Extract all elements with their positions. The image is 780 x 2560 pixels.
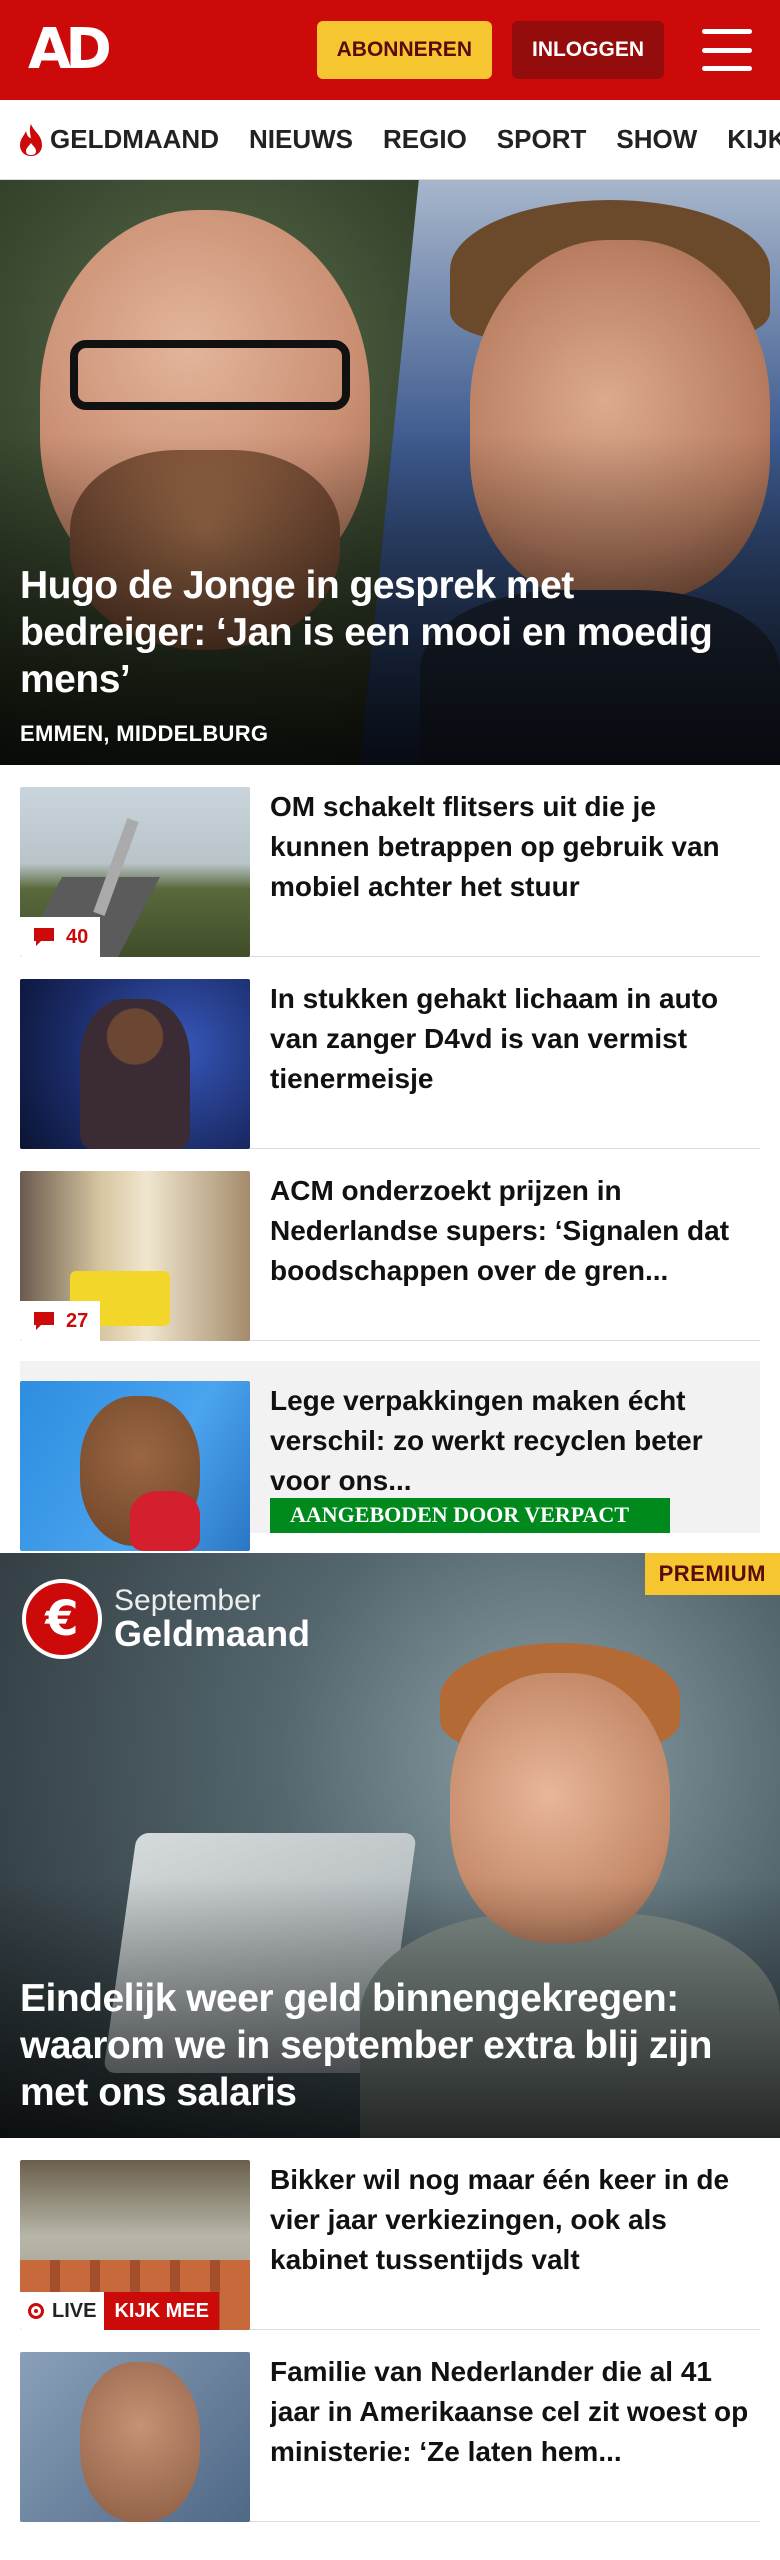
premium-badge: PREMIUM [644, 1553, 780, 1595]
live-indicator: LIVE [20, 2292, 105, 2330]
brand-text: September Geldmaand [114, 1586, 310, 1652]
comment-icon [34, 928, 54, 946]
live-label: LIVE [52, 2299, 97, 2322]
thumb-cup [130, 1491, 200, 1551]
list-item[interactable]: In stukken gehakt lichaam in auto van za… [20, 957, 760, 1149]
premium-feature[interactable]: PREMIUM € September Geldmaand Eindelijk … [0, 1553, 780, 2138]
login-button[interactable]: INLOGGEN [511, 21, 664, 79]
comment-count-badge[interactable]: 40 [20, 917, 101, 957]
nav-label-geldmaand: GELDMAAND [50, 124, 219, 154]
list-item[interactable]: 40 OM schakelt flitsers uit die je kunne… [20, 765, 760, 957]
live-badge[interactable]: LIVE KIJK MEE [20, 2292, 219, 2330]
comment-count: 40 [66, 925, 89, 948]
article-thumbnail: 40 [20, 787, 250, 957]
article-thumbnail: 27 [20, 1171, 250, 1341]
nav-item-show[interactable]: SHOW [616, 124, 697, 155]
sponsored-title[interactable]: Lege verpakkingen maken écht verschil: z… [270, 1381, 760, 1492]
list-item[interactable]: 27 ACM onderzoekt prijzen in Nederlandse… [20, 1149, 760, 1341]
nav-item-geldmaand[interactable]: GELDMAAND [18, 123, 219, 157]
comment-icon [34, 1312, 54, 1330]
article-title[interactable]: Bikker wil nog maar één keer in de vier … [270, 2160, 760, 2282]
hero-location: EMMEN, MIDDELBURG [20, 721, 269, 746]
thumb-singer [80, 999, 190, 1149]
brand-month: September [114, 1584, 261, 1617]
sponsored-item[interactable]: Lege verpakkingen maken écht verschil: z… [20, 1361, 760, 1551]
section-nav: GELDMAAND NIEUWS REGIO SPORT SHOW KIJK [0, 100, 780, 180]
sponsored-content: Lege verpakkingen maken écht verschil: z… [270, 1381, 760, 1533]
hamburger-icon[interactable] [702, 29, 752, 71]
nav-item-kijk[interactable]: KIJK [727, 124, 780, 155]
list-item[interactable]: Familie van Nederlander die al 41 jaar i… [20, 2330, 760, 2522]
comment-count: 27 [66, 1309, 89, 1332]
header-actions: ABONNEREN INLOGGEN [316, 21, 752, 79]
article-thumbnail [20, 979, 250, 1149]
thumb-face [80, 2362, 200, 2522]
nav-item-regio[interactable]: REGIO [383, 124, 467, 155]
comment-count-badge[interactable]: 27 [20, 1301, 101, 1341]
hero-text: Hugo de Jonge in gesprek met bedreiger: … [20, 562, 750, 747]
article-thumbnail [20, 2352, 250, 2522]
article-title[interactable]: In stukken gehakt lichaam in auto van za… [270, 979, 760, 1101]
article-thumbnail: LIVE KIJK MEE [20, 2160, 250, 2330]
sponsor-label: AANGEBODEN DOOR VERPACT [270, 1497, 670, 1533]
live-dot-icon [28, 2303, 44, 2319]
hero-title[interactable]: Hugo de Jonge in gesprek met bedreiger: … [20, 562, 750, 703]
euro-icon: € [22, 1579, 102, 1659]
hero-article[interactable]: Hugo de Jonge in gesprek met bedreiger: … [0, 180, 780, 765]
list-item[interactable]: LIVE KIJK MEE Bikker wil nog maar één ke… [20, 2138, 760, 2330]
subscribe-button[interactable]: ABONNEREN [316, 21, 492, 79]
nav-item-nieuws[interactable]: NIEUWS [249, 124, 353, 155]
nav-item-sport[interactable]: SPORT [497, 124, 587, 155]
feature-title[interactable]: Eindelijk weer geld binnengekregen: waar… [20, 1975, 760, 2116]
article-title[interactable]: Familie van Nederlander die al 41 jaar i… [270, 2352, 760, 2474]
brand-name: Geldmaand [114, 1613, 311, 1654]
watch-button[interactable]: KIJK MEE [104, 2292, 219, 2330]
hero-portrait-a-glasses [70, 340, 350, 410]
flame-icon [20, 123, 42, 156]
ad-logo[interactable]: AD [28, 22, 112, 78]
article-title[interactable]: OM schakelt flitsers uit die je kunnen b… [270, 787, 760, 909]
top-bar: AD ABONNEREN INLOGGEN [0, 0, 780, 100]
article-title[interactable]: ACM onderzoekt prijzen in Nederlandse su… [270, 1171, 760, 1293]
sponsored-thumbnail [20, 1381, 250, 1551]
geldmaand-brand: € September Geldmaand [22, 1579, 310, 1659]
